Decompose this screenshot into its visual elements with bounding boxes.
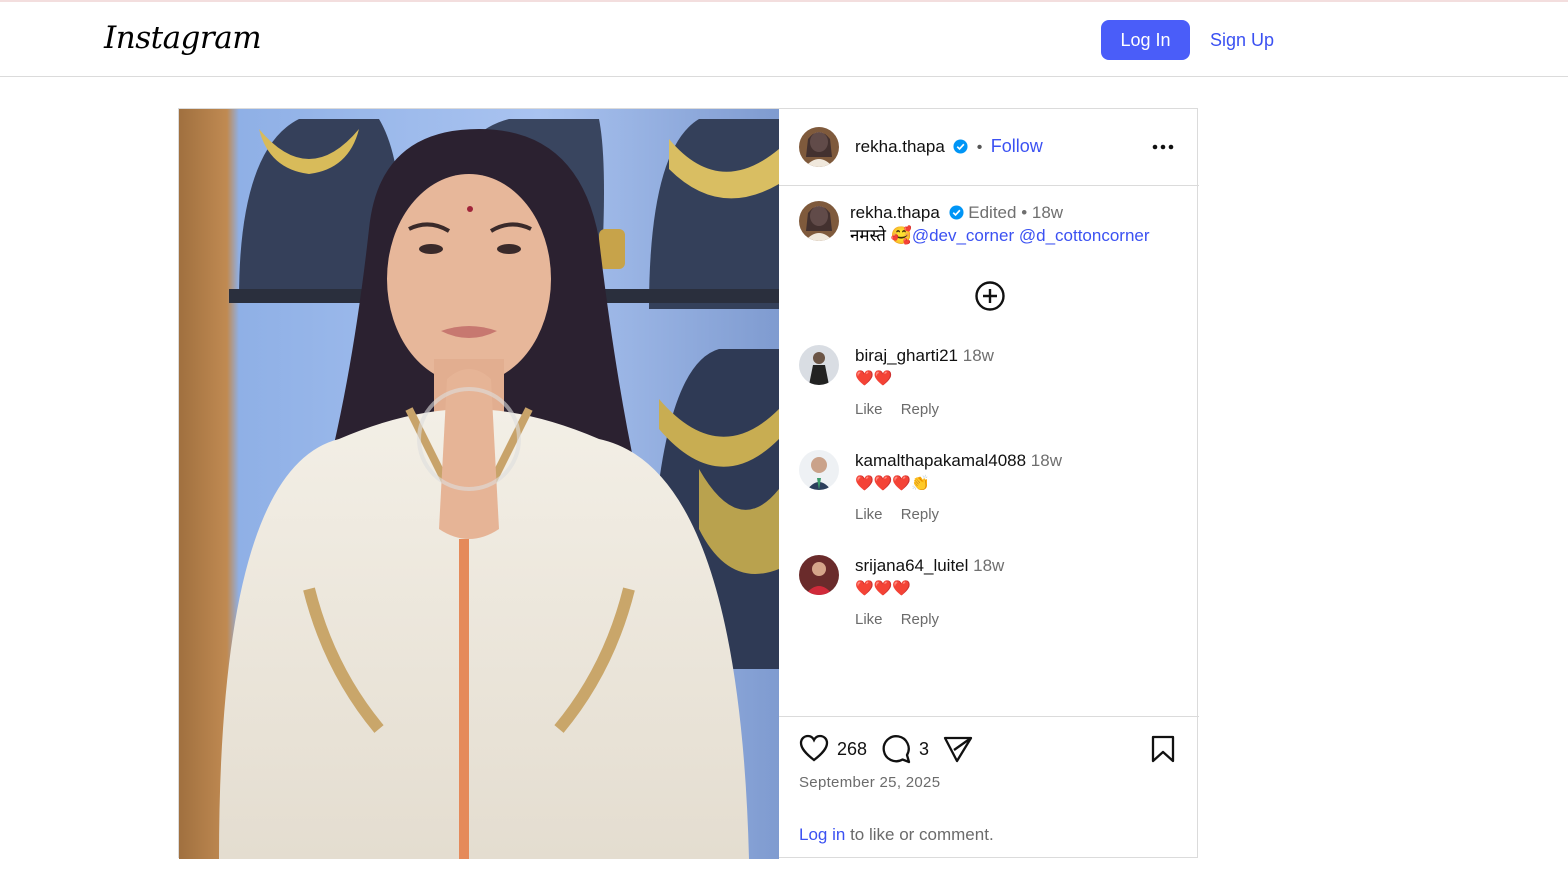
add-comment-icon bbox=[975, 281, 1005, 311]
author-avatar[interactable] bbox=[799, 127, 839, 167]
login-prompt: Log in to like or comment. bbox=[799, 825, 994, 845]
reply-comment-button[interactable]: Reply bbox=[901, 506, 939, 523]
post-container: rekha.thapa • Follow rekha.thapa Edited … bbox=[178, 108, 1199, 859]
post-footer: 268 3 September 25, 2025 Log in to like … bbox=[779, 716, 1199, 860]
reply-comment-button[interactable]: Reply bbox=[901, 611, 939, 628]
post-sidebar: rekha.thapa • Follow rekha.thapa Edited … bbox=[779, 109, 1199, 859]
comment-button[interactable] bbox=[881, 734, 911, 769]
commenter-avatar[interactable] bbox=[799, 345, 839, 385]
caption-avatar[interactable] bbox=[799, 201, 839, 241]
comment-username[interactable]: biraj_gharti21 bbox=[855, 346, 958, 365]
comment-username[interactable]: srijana64_luitel bbox=[855, 556, 968, 575]
login-prompt-link[interactable]: Log in bbox=[799, 825, 845, 844]
post-photo-illustration bbox=[179, 109, 779, 859]
caption-emoji: 🥰 bbox=[890, 226, 912, 245]
like-comment-button[interactable]: Like bbox=[855, 401, 883, 418]
commenter-avatar[interactable] bbox=[799, 450, 839, 490]
more-icon bbox=[1152, 144, 1174, 150]
comment-text: ❤️❤️❤️👏 bbox=[855, 475, 930, 492]
signup-link[interactable]: Sign Up bbox=[1210, 30, 1274, 51]
follow-button[interactable]: Follow bbox=[991, 136, 1043, 156]
post-date: September 25, 2025 bbox=[799, 774, 941, 791]
mention-link[interactable]: @dev_corner bbox=[912, 226, 1014, 245]
separator-dot: • bbox=[1021, 203, 1032, 222]
comment-icon bbox=[882, 735, 911, 764]
login-button[interactable]: Log In bbox=[1101, 20, 1190, 60]
mention-link[interactable]: @d_cottoncorner bbox=[1019, 226, 1150, 245]
caption-text-block: rekha.thapa Edited • 18w नमस्ते 🥰@dev_co… bbox=[850, 201, 1190, 247]
comment-text: ❤️❤️❤️ bbox=[855, 580, 912, 597]
instagram-logo[interactable]: Instagram bbox=[104, 20, 262, 56]
share-button[interactable] bbox=[943, 734, 973, 769]
heart-icon bbox=[799, 734, 829, 762]
caption-message: नमस्ते bbox=[850, 226, 886, 245]
author-username[interactable]: rekha.thapa bbox=[855, 137, 945, 156]
comments-count: 3 bbox=[919, 739, 930, 759]
top-header: Instagram Log In Sign Up bbox=[0, 2, 1568, 77]
comment-text: ❤️❤️ bbox=[855, 370, 893, 387]
commenter-avatar[interactable] bbox=[799, 555, 839, 595]
post-image[interactable] bbox=[179, 109, 779, 859]
verified-icon bbox=[953, 139, 968, 154]
comment-item: srijana64_luitel 18w ❤️❤️❤️ Like Reply bbox=[799, 555, 1189, 645]
like-button[interactable] bbox=[799, 734, 829, 767]
caption-username[interactable]: rekha.thapa bbox=[850, 203, 940, 222]
comment-item: biraj_gharti21 18w ❤️❤️ Like Reply bbox=[799, 345, 1189, 435]
more-options-button[interactable] bbox=[1143, 133, 1183, 163]
share-icon bbox=[943, 736, 973, 763]
like-comment-button[interactable]: Like bbox=[855, 506, 883, 523]
bookmark-icon bbox=[1151, 735, 1175, 763]
caption-age: 18w bbox=[1031, 203, 1064, 222]
save-button[interactable] bbox=[1150, 734, 1176, 769]
comment-item: kamalthapakamal4088 18w ❤️❤️❤️👏 Like Rep… bbox=[799, 450, 1189, 540]
comment-username[interactable]: kamalthapakamal4088 bbox=[855, 451, 1026, 470]
comment-age: 18w bbox=[1030, 451, 1062, 470]
load-more-comments-button[interactable] bbox=[974, 280, 1006, 312]
login-prompt-text: to like or comment. bbox=[850, 825, 994, 844]
edited-label: Edited bbox=[968, 203, 1017, 222]
like-comment-button[interactable]: Like bbox=[855, 611, 883, 628]
comment-age: 18w bbox=[962, 346, 994, 365]
comment-age: 18w bbox=[973, 556, 1005, 575]
reply-comment-button[interactable]: Reply bbox=[901, 401, 939, 418]
verified-icon bbox=[949, 205, 964, 220]
likes-count: 268 bbox=[837, 739, 868, 759]
separator-dot: • bbox=[976, 139, 983, 156]
post-header: rekha.thapa • Follow bbox=[779, 109, 1199, 186]
